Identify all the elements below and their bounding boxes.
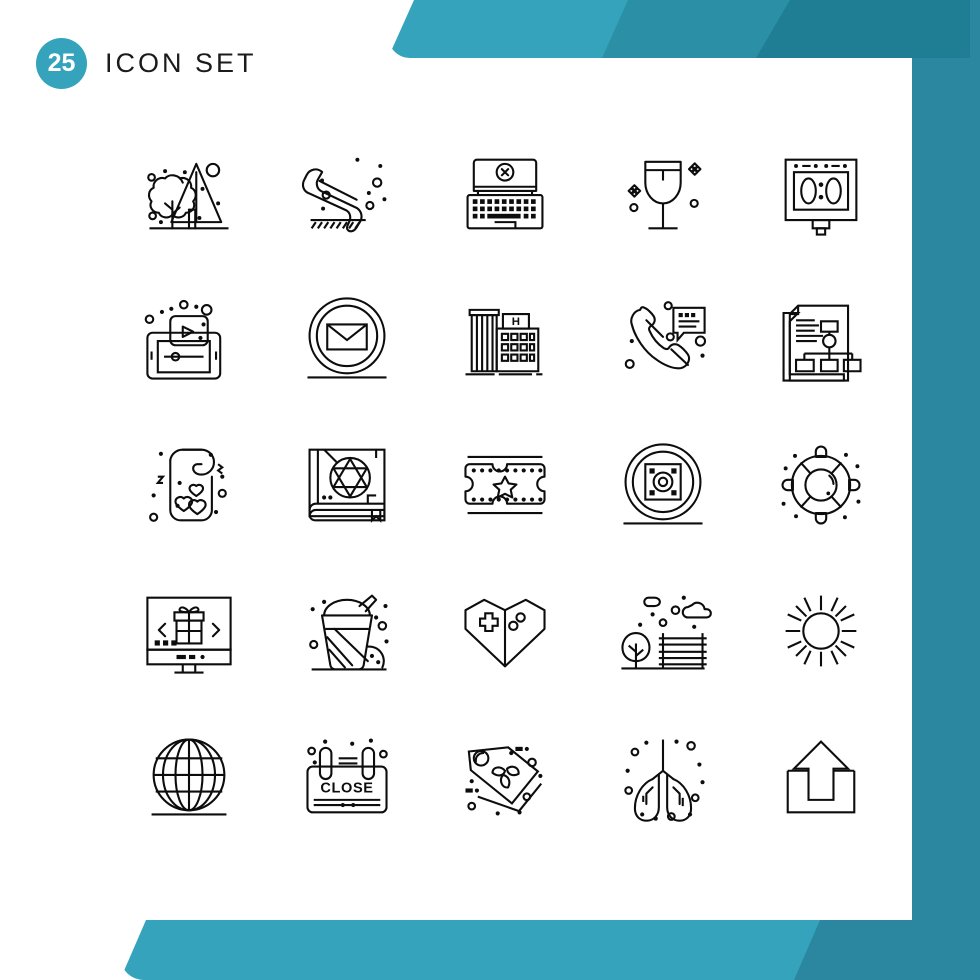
ticket-star-icon [453, 433, 557, 537]
magic-book-icon [295, 433, 399, 537]
icon-cell-eco-tag[interactable] [426, 704, 584, 850]
bottom-light-band [120, 920, 820, 980]
icon-cell-film-reel[interactable] [584, 412, 742, 558]
white-card-bottom-left [0, 918, 124, 980]
icon-cell-hotel-building[interactable]: H [426, 266, 584, 412]
door-hanger-hearts-icon [137, 433, 241, 537]
icon-cell-milkshake[interactable] [268, 558, 426, 704]
icon-cell-wine-glass[interactable] [584, 120, 742, 266]
laptop-error-icon [453, 141, 557, 245]
documents-flowchart-icon [769, 287, 873, 391]
icon-cell-documents-flowchart[interactable] [742, 266, 900, 412]
film-reel-icon [611, 433, 715, 537]
online-gift-monitor-icon [137, 579, 241, 683]
phone-chat-icon [611, 287, 715, 391]
icon-cell-door-hanger-hearts[interactable] [110, 412, 268, 558]
icon-cell-email-circle[interactable] [268, 266, 426, 412]
phone-handset-icon [295, 157, 387, 245]
upload-icon [769, 725, 873, 829]
tablet-video-icon [137, 287, 241, 391]
icon-set-poster: 25 ICON SET H CLOSE [0, 0, 980, 980]
lungs-icon [611, 739, 705, 829]
icon-cell-lungs[interactable] [584, 704, 742, 850]
icon-cell-globe[interactable] [110, 704, 268, 850]
icon-cell-tablet-video[interactable] [110, 266, 268, 412]
park-bench-icon [611, 595, 715, 683]
tree-mountain-icon [137, 141, 241, 245]
icon-cell-laptop-error[interactable] [426, 120, 584, 266]
icon-cell-phone-handset[interactable] [268, 120, 426, 266]
icon-cell-phone-chat[interactable] [584, 266, 742, 412]
close-sign-text: CLOSE [320, 781, 373, 797]
icon-cell-close-sign[interactable]: CLOSE [268, 704, 426, 850]
poster-header: 25 ICON SET [36, 38, 257, 89]
heart-gamepad-icon [453, 579, 557, 683]
hotel-letter: H [512, 316, 520, 328]
icon-cell-tree-mountain[interactable] [110, 120, 268, 266]
lifebuoy-icon [769, 433, 873, 537]
icon-cell-park-bench[interactable] [584, 558, 742, 704]
icon-grid: H CLOSE [110, 120, 900, 850]
right-accent-slab [912, 0, 980, 980]
email-circle-icon [295, 287, 399, 391]
close-sign-icon: CLOSE [295, 738, 399, 829]
wine-glass-icon [611, 141, 715, 245]
globe-icon [137, 725, 241, 829]
icon-cell-online-gift-monitor[interactable] [110, 558, 268, 704]
hotel-building-icon: H [453, 287, 557, 391]
top-light-band [388, 0, 628, 58]
icon-cell-sun[interactable] [742, 558, 900, 704]
icon-cell-upload[interactable] [742, 704, 900, 850]
icon-count-badge: 25 [36, 38, 87, 89]
sun-icon [769, 579, 873, 683]
icon-cell-lifebuoy[interactable] [742, 412, 900, 558]
scoreboard-icon [769, 141, 873, 245]
icon-cell-magic-book[interactable] [268, 412, 426, 558]
milkshake-icon [295, 579, 389, 683]
icon-cell-ticket-star[interactable] [426, 412, 584, 558]
icon-cell-scoreboard[interactable] [742, 120, 900, 266]
eco-tag-icon [465, 725, 543, 816]
page-title: ICON SET [105, 48, 257, 78]
icon-cell-heart-gamepad[interactable] [426, 558, 584, 704]
